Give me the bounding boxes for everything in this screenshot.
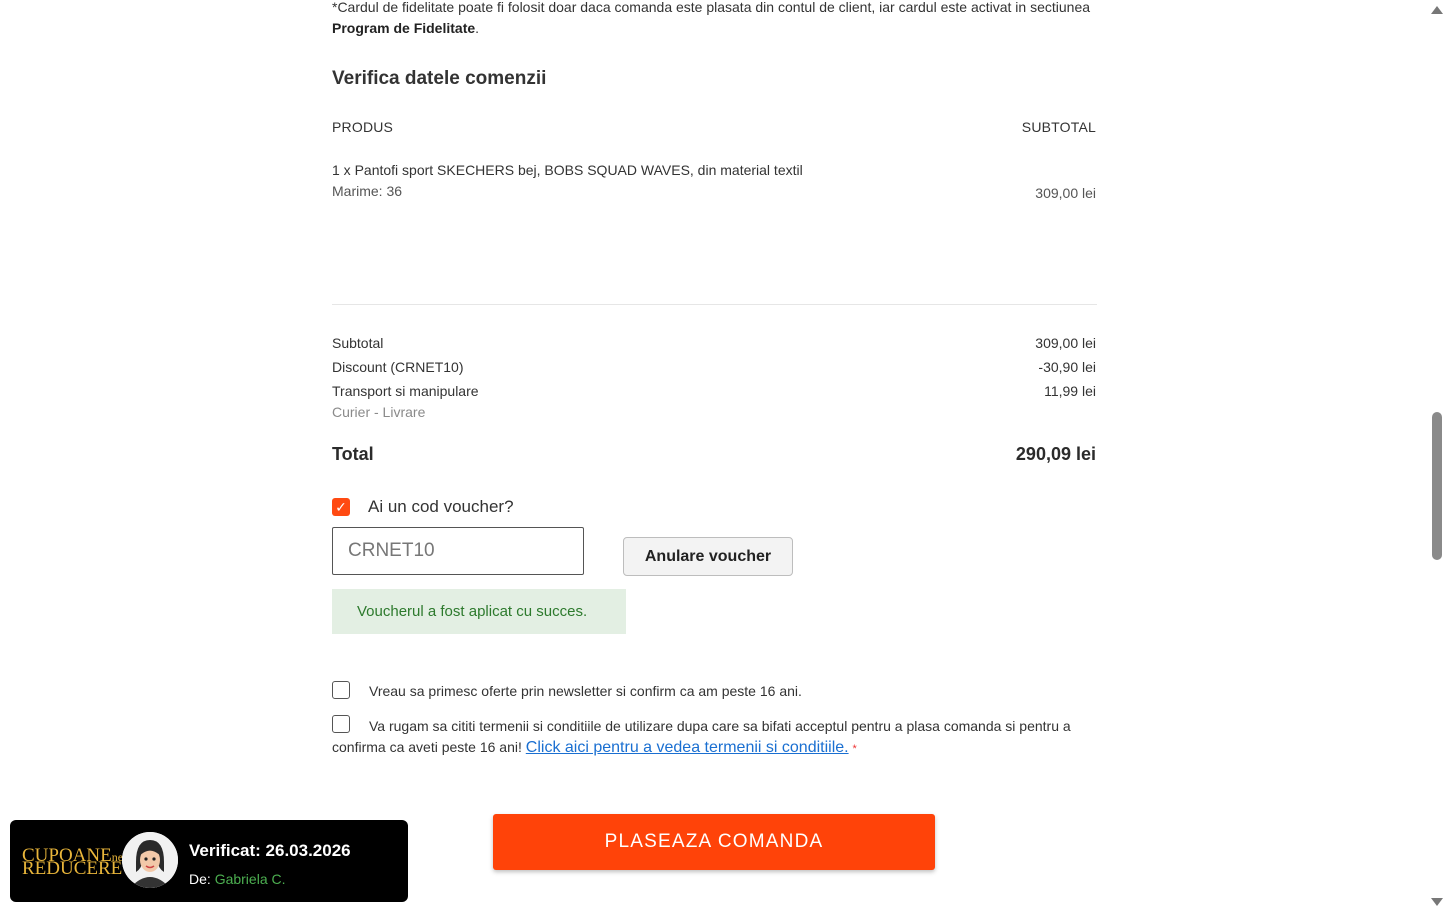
terms-consent: Va rugam sa cititi termenii si conditiil…	[332, 716, 1072, 760]
verified-author: De: Gabriela C.	[189, 871, 286, 887]
voucher-checkbox[interactable]: ✓	[332, 498, 350, 516]
voucher-question: Ai un cod voucher?	[368, 497, 514, 516]
product-size: Marime: 36	[332, 183, 403, 199]
scroll-down-icon[interactable]	[1431, 898, 1443, 906]
column-header-product: PRODUS	[332, 119, 394, 135]
subtotal-value: 309,00 lei	[1035, 335, 1096, 351]
scroll-up-icon[interactable]	[1431, 6, 1443, 14]
loyalty-card-note: *Cardul de fidelitate poate fi folosit d…	[332, 0, 1092, 39]
verified-date: Verificat: 26.03.2026	[189, 841, 351, 860]
voucher-success-message: Voucherul a fost aplicat cu succes.	[332, 589, 626, 634]
column-header-subtotal: SUBTOTAL	[1021, 119, 1096, 135]
product-price: 309,00 lei	[1035, 185, 1096, 201]
shipping-method: Curier - Livrare	[332, 404, 426, 420]
subtotal-label: Subtotal	[332, 335, 384, 351]
required-marker: *	[852, 743, 857, 755]
scrollbar-thumb[interactable]	[1432, 412, 1442, 560]
loyalty-program-name: Program de Fidelitate	[332, 20, 476, 36]
newsletter-consent-text: Vreau sa primesc oferte prin newsletter …	[369, 683, 802, 699]
loyalty-note-suffix: .	[475, 20, 480, 36]
shipping-value: 11,99 lei	[1044, 383, 1096, 399]
verification-badge: CUPOANEnet REDUCERE Verificat: 26.03.202…	[10, 820, 408, 902]
author-name: Gabriela C.	[214, 871, 286, 887]
avatar	[122, 832, 178, 888]
cancel-voucher-button[interactable]: Anulare voucher	[623, 537, 793, 576]
terms-link[interactable]: Click aici pentru a vedea termenii si co…	[526, 739, 849, 756]
voucher-code-input[interactable]	[332, 527, 584, 575]
loyalty-note-text: *Cardul de fidelitate poate fi folosit d…	[332, 0, 1091, 15]
total-label: Total	[332, 444, 374, 464]
divider	[332, 304, 1097, 305]
product-name: 1 x Pantofi sport SKECHERS bej, BOBS SQU…	[332, 162, 803, 178]
cupoane-reducere-logo: CUPOANEnet REDUCERE	[22, 845, 127, 879]
discount-label: Discount (CRNET10)	[332, 359, 464, 375]
discount-value: -30,90 lei	[1038, 359, 1096, 375]
order-review-title: Verifica datele comenzii	[332, 68, 547, 89]
checkmark-icon: ✓	[335, 499, 347, 515]
shipping-label: Transport si manipulare	[332, 383, 479, 399]
total-value: 290,09 lei	[1015, 444, 1096, 464]
newsletter-checkbox[interactable]	[332, 681, 350, 699]
place-order-button[interactable]: PLASEAZA COMANDA	[493, 814, 935, 870]
